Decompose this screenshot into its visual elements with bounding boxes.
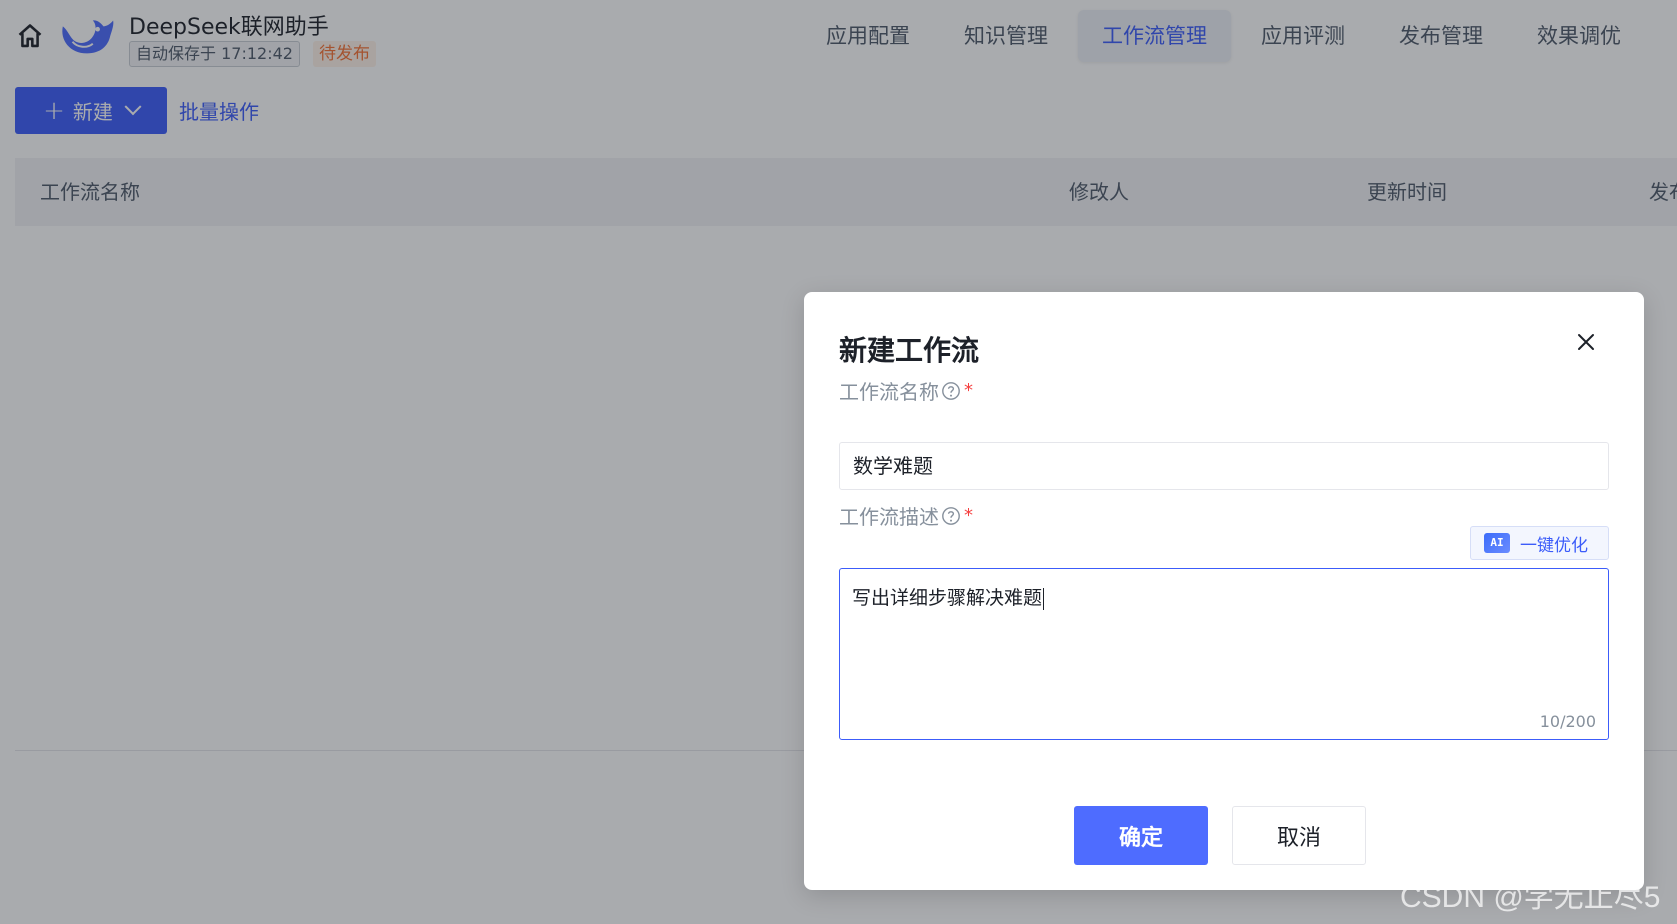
required-asterisk: * xyxy=(964,380,973,401)
confirm-button[interactable]: 确定 xyxy=(1074,806,1208,865)
ai-optimize-label: 一键优化 xyxy=(1520,535,1588,556)
workflow-name-input[interactable]: 数学难题 xyxy=(839,442,1609,490)
workflow-desc-label-text: 工作流描述 xyxy=(839,505,939,529)
workflow-name-label-text: 工作流名称 xyxy=(839,380,939,404)
cancel-button[interactable]: 取消 xyxy=(1232,806,1366,865)
workflow-desc-text: 写出详细步骤解决难题 xyxy=(852,587,1043,609)
csdn-watermark: CSDN @学无止尽5 xyxy=(1400,881,1661,914)
workflow-name-label: 工作流名称 * xyxy=(839,376,973,405)
workflow-desc-textarea[interactable]: 写出详细步骤解决难题 10/200 xyxy=(839,568,1609,740)
required-asterisk: * xyxy=(964,505,973,526)
close-icon[interactable] xyxy=(1574,330,1598,354)
help-icon[interactable] xyxy=(941,381,961,401)
ai-icon: AI xyxy=(1484,533,1510,553)
new-workflow-dialog: 新建工作流 工作流名称 * 数学难题 工作流描述 * AI 一键优化 写出详细步… xyxy=(804,292,1644,890)
dialog-title: 新建工作流 xyxy=(839,334,980,367)
workflow-desc-label: 工作流描述 * xyxy=(839,501,973,530)
ai-optimize-button[interactable]: AI 一键优化 xyxy=(1470,526,1609,560)
workflow-desc-value: 写出详细步骤解决难题 xyxy=(852,583,1045,610)
char-counter: 10/200 xyxy=(1539,712,1596,731)
help-icon[interactable] xyxy=(941,506,961,526)
text-caret xyxy=(1043,588,1045,610)
